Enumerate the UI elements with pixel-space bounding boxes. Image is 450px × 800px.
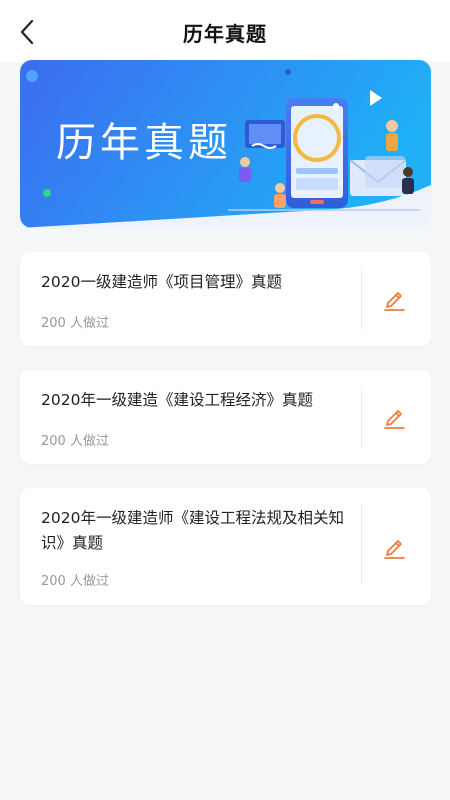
banner-title: 历年真题 bbox=[56, 120, 232, 166]
exam-takers: 200 人做过 bbox=[41, 316, 109, 331]
card-divider bbox=[361, 386, 362, 448]
exam-card[interactable]: 2020年一级建造师《建设工程法规及相关知识》真题 200 人做过 bbox=[20, 488, 431, 605]
edit-icon bbox=[384, 410, 405, 429]
exam-card[interactable]: 2020一级建造师《项目管理》真题 200 人做过 bbox=[20, 252, 431, 346]
exam-title: 2020年一级建造师《建设工程法规及相关知识》真题 bbox=[41, 509, 344, 552]
edit-button[interactable] bbox=[379, 402, 409, 432]
edit-icon bbox=[384, 292, 405, 311]
exam-title: 2020一级建造师《项目管理》真题 bbox=[41, 273, 282, 291]
exam-takers: 200 人做过 bbox=[41, 574, 109, 589]
header: 历年真题 bbox=[0, 0, 450, 62]
edit-icon bbox=[384, 540, 405, 559]
edit-button[interactable] bbox=[379, 284, 409, 314]
card-divider bbox=[361, 268, 362, 330]
exam-takers: 200 人做过 bbox=[41, 434, 109, 449]
banner: 历年真题 bbox=[20, 60, 431, 228]
card-divider bbox=[361, 504, 362, 584]
exam-card[interactable]: 2020年一级建造《建设工程经济》真题 200 人做过 bbox=[20, 370, 431, 464]
exam-title: 2020年一级建造《建设工程经济》真题 bbox=[41, 391, 313, 409]
page-title: 历年真题 bbox=[183, 22, 267, 46]
edit-button[interactable] bbox=[379, 532, 409, 562]
